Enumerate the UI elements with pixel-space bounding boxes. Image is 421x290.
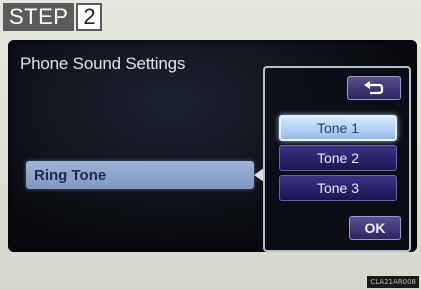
step-number: 2 (76, 3, 103, 31)
ok-button[interactable]: OK (349, 216, 401, 240)
tone-1-button[interactable]: Tone 1 (279, 115, 397, 141)
ring-tone-row[interactable]: Ring Tone (26, 161, 264, 189)
image-code: CLA21AR008 (367, 276, 419, 288)
ring-tone-label: Ring Tone (34, 166, 107, 184)
tone-popup: Tone 1 Tone 2 Tone 3 OK (263, 66, 411, 252)
step-label: STEP (3, 3, 75, 31)
display-screen: Phone Sound Settings Ring Tone Tone 1 To… (8, 40, 417, 252)
return-arrow-icon (364, 81, 384, 95)
back-button[interactable] (347, 76, 401, 100)
tone-3-button[interactable]: Tone 3 (279, 175, 397, 201)
tone-2-button[interactable]: Tone 2 (279, 145, 397, 171)
step-badge: STEP 2 (3, 3, 113, 31)
screen-title: Phone Sound Settings (20, 54, 186, 73)
